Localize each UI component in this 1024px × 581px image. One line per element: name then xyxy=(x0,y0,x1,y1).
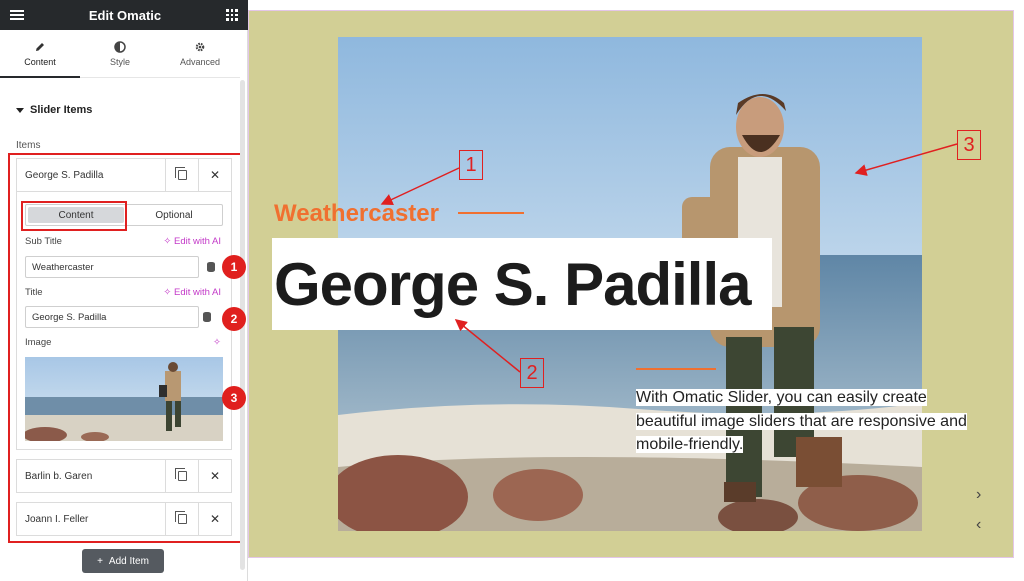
annotation-badge: 2 xyxy=(222,307,246,331)
editor-topbar: Edit Omatic xyxy=(0,0,248,30)
dynamic-tags-icon[interactable] xyxy=(207,262,215,272)
remove-button[interactable]: ✕ xyxy=(198,460,231,492)
slide-description-text: With Omatic Slider, you can easily creat… xyxy=(636,389,967,453)
highlight-box-content xyxy=(21,201,127,231)
pencil-icon xyxy=(36,42,44,51)
edit-with-ai-link[interactable]: ✧ Edit with AI xyxy=(163,287,221,298)
description-divider xyxy=(636,368,716,370)
close-icon: ✕ xyxy=(209,469,221,483)
add-item-label: Add Item xyxy=(108,555,149,567)
slide-title-box: George S. Padilla xyxy=(272,238,772,330)
repeater-item[interactable]: Barlin b. Garen ✕ xyxy=(16,459,232,493)
repeater-item[interactable]: Joann I. Feller ✕ xyxy=(16,502,232,536)
tab-content-label: Content xyxy=(24,56,56,67)
copy-icon xyxy=(174,167,187,180)
half-circle-icon xyxy=(114,40,126,53)
edit-with-ai-link[interactable]: ✧ Edit with AI xyxy=(163,236,221,247)
remove-button[interactable]: ✕ xyxy=(198,503,231,535)
toggle-optional-button[interactable]: Optional xyxy=(126,205,222,225)
slider-next-arrow[interactable]: › xyxy=(976,486,981,504)
repeater-item-title: George S. Padilla xyxy=(25,169,104,181)
repeater-item[interactable]: George S. Padilla ✕ xyxy=(16,158,232,192)
editor-tabs: Content Style Advanced xyxy=(0,30,240,78)
tab-advanced-label: Advanced xyxy=(179,56,221,67)
section-slider-items[interactable]: Slider Items xyxy=(16,104,92,116)
close-icon: ✕ xyxy=(209,512,221,526)
slide-description: With Omatic Slider, you can easily creat… xyxy=(636,386,976,457)
remove-button[interactable]: ✕ xyxy=(198,159,231,191)
copy-icon xyxy=(174,511,187,524)
duplicate-button[interactable] xyxy=(165,159,198,191)
hamburger-menu-icon[interactable] xyxy=(10,10,24,20)
slider-prev-arrow[interactable]: ‹ xyxy=(976,516,981,534)
annotation-box: 2 xyxy=(520,358,544,388)
title-label: Title xyxy=(25,287,43,298)
edit-with-ai-label: Edit with AI xyxy=(174,287,221,298)
title-input[interactable]: George S. Padilla xyxy=(25,306,199,328)
tab-content[interactable]: Content xyxy=(0,30,80,78)
duplicate-button[interactable] xyxy=(165,460,198,492)
copy-icon xyxy=(174,468,187,481)
annotation-box: 1 xyxy=(459,150,483,180)
repeater-item-content: Content Optional Sub Title ✧ Edit with A… xyxy=(16,192,232,450)
ai-sparkle-icon[interactable]: ✧ xyxy=(213,337,221,348)
tab-style[interactable]: Style xyxy=(80,30,160,77)
close-icon: ✕ xyxy=(209,168,221,182)
duplicate-button[interactable] xyxy=(165,503,198,535)
repeater-item-title: Barlin b. Garen xyxy=(25,470,93,482)
editor-title: Edit Omatic xyxy=(88,7,162,23)
annotation-badge: 3 xyxy=(222,386,246,410)
items-label: Items xyxy=(16,140,41,151)
edit-with-ai-label: Edit with AI xyxy=(174,236,221,247)
sub-title-label: Sub Title xyxy=(25,236,62,247)
annotation-badge: 1 xyxy=(222,255,246,279)
sub-title-input[interactable]: Weathercaster xyxy=(25,256,199,278)
editor-panel: Edit Omatic Content Style Advanced Slide… xyxy=(0,0,248,581)
repeater-item-title: Joann I. Feller xyxy=(25,513,89,525)
tab-advanced[interactable]: Advanced xyxy=(160,30,240,77)
section-title: Slider Items xyxy=(30,104,93,116)
tab-style-label: Style xyxy=(109,56,130,67)
plus-icon: + xyxy=(97,555,103,567)
gear-icon xyxy=(195,42,205,51)
image-thumbnail[interactable] xyxy=(25,357,223,441)
slide-title: George S. Padilla xyxy=(274,250,752,318)
caret-down-icon xyxy=(16,107,24,113)
annotation-box: 3 xyxy=(957,130,981,160)
dynamic-tags-icon[interactable] xyxy=(203,312,211,322)
subtitle-divider xyxy=(458,212,524,214)
image-label: Image xyxy=(25,337,52,348)
add-item-button[interactable]: + Add Item xyxy=(82,549,164,573)
apps-grid-icon[interactable] xyxy=(226,9,238,21)
slide-subtitle: Weathercaster xyxy=(274,200,439,227)
thumbnail-photo xyxy=(25,357,223,441)
